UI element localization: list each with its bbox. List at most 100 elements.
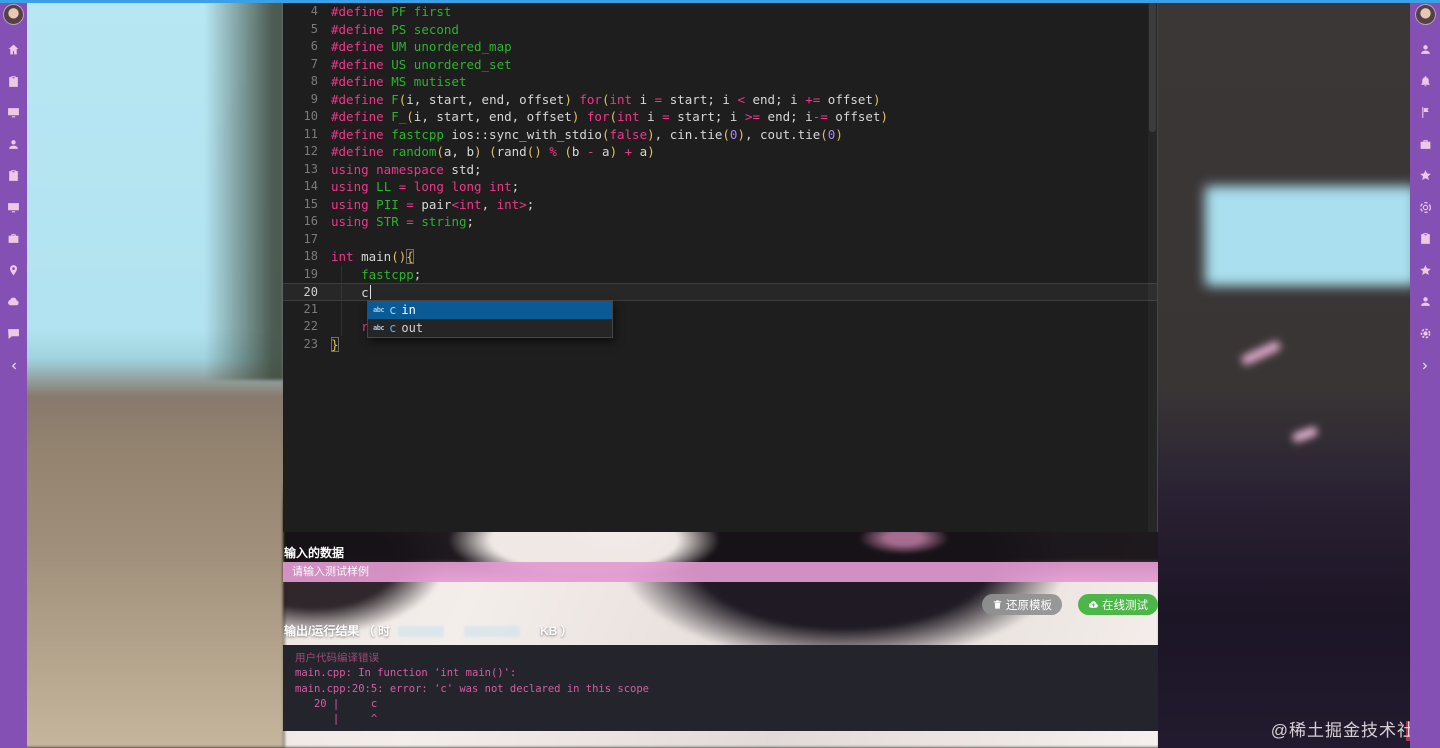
online-test-label: 在线测试 — [1102, 597, 1148, 613]
token: i — [640, 109, 663, 124]
lifebuoy-icon[interactable] — [1410, 192, 1440, 224]
line-number: 7 — [283, 56, 318, 74]
token: i, start, end, offset — [406, 92, 564, 107]
cloud-briefcase-icon[interactable] — [0, 223, 27, 255]
token: ; — [414, 267, 422, 282]
line-number: 8 — [283, 73, 318, 91]
token: ; — [467, 214, 475, 229]
token — [406, 179, 414, 194]
token: end; i — [760, 109, 813, 124]
code-text: using namespace std; — [331, 161, 482, 179]
token: #define — [331, 22, 384, 37]
star-icon[interactable] — [1410, 160, 1440, 192]
token: fastcpp — [384, 127, 444, 142]
keyword-suggestion-icon: abc — [373, 324, 384, 332]
suggestion-cin[interactable]: abccin — [368, 301, 612, 319]
user-icon[interactable] — [1410, 34, 1440, 66]
watermark: @稀土掘金技术社区 — [1271, 716, 1433, 741]
restore-template-button[interactable]: 还原模板 — [982, 594, 1062, 615]
line-number: 22 — [283, 318, 318, 336]
star-icon[interactable] — [1410, 255, 1440, 287]
code-line: 14using LL = long long int; — [283, 178, 1157, 196]
user-avatar[interactable] — [1415, 4, 1436, 25]
token: F — [384, 92, 399, 107]
flag-icon[interactable] — [1410, 97, 1440, 129]
location-pin-icon[interactable] — [0, 255, 27, 287]
suggestion-label: out — [401, 321, 423, 335]
line-number: 23 — [283, 336, 318, 354]
token: LL — [369, 179, 392, 194]
code-line: 5#define PS second — [283, 21, 1157, 39]
editor-scrollbar-thumb[interactable] — [1149, 2, 1156, 132]
clipboard-check-icon[interactable] — [0, 160, 27, 192]
code-text: using STR = string; — [331, 213, 474, 231]
chevron-left-icon[interactable] — [0, 350, 27, 382]
clipboard-icon[interactable] — [1410, 223, 1440, 255]
left-sidebar — [0, 0, 27, 748]
code-line: 9#define F(i, start, end, offset) for(in… — [283, 91, 1157, 109]
user-avatar[interactable] — [3, 4, 24, 25]
left-sidebar-icons — [0, 34, 27, 382]
right-sidebar — [1410, 0, 1440, 748]
cloud-briefcase-icon[interactable] — [1410, 129, 1440, 161]
bg-video-right — [1158, 0, 1440, 748]
indent-guide — [341, 266, 342, 284]
token: ) — [564, 92, 572, 107]
online-test-button[interactable]: 在线测试 — [1078, 594, 1158, 615]
token: ; — [512, 179, 520, 194]
token: int — [331, 249, 354, 264]
token: #define — [331, 57, 384, 72]
code-line: 13using namespace std; — [283, 161, 1157, 179]
token: ( — [602, 92, 610, 107]
token: , — [482, 197, 497, 212]
token: #define — [331, 74, 384, 89]
token: ) — [647, 127, 655, 142]
line-number: 10 — [283, 108, 318, 126]
token: #define — [331, 39, 384, 54]
suggestion-cout[interactable]: abccout — [368, 319, 612, 337]
output-header-left: 输出/运行结果 （ 时 — [284, 622, 390, 639]
token: i, start, end, offset — [414, 109, 572, 124]
gear-icon[interactable] — [1410, 318, 1440, 350]
line-number: 20 — [283, 284, 318, 300]
code-line: 23} — [283, 336, 1157, 354]
token: b — [572, 144, 587, 159]
token: PII — [369, 197, 399, 212]
code-editor[interactable]: 4#define PF first5#define PS second6#def… — [283, 0, 1158, 532]
token: a — [632, 144, 647, 159]
token: offset — [828, 109, 881, 124]
clipboard-icon[interactable] — [0, 66, 27, 98]
home-icon[interactable] — [0, 34, 27, 66]
line-number: 15 — [283, 196, 318, 214]
message-icon[interactable] — [0, 318, 27, 350]
code-text: #define F_(i, start, end, offset) for(in… — [331, 108, 888, 126]
suggestion-match: c — [389, 321, 396, 335]
user-icon[interactable] — [0, 129, 27, 161]
line-number: 17 — [283, 231, 318, 249]
chevron-right-icon[interactable] — [1410, 350, 1440, 382]
monitor-icon[interactable] — [0, 97, 27, 129]
user-icon[interactable] — [1410, 286, 1440, 318]
token: c — [331, 285, 369, 300]
editor-scrollbar[interactable] — [1148, 0, 1157, 532]
token: ios::sync_with_stdio — [444, 127, 602, 142]
line-number: 5 — [283, 21, 318, 39]
token: int — [617, 109, 640, 124]
token: ( — [564, 144, 572, 159]
token: a — [595, 144, 610, 159]
test-case-input[interactable] — [283, 562, 1158, 582]
token: US unordered_set — [384, 57, 512, 72]
token: = — [406, 197, 414, 212]
cloud-icon[interactable] — [0, 286, 27, 318]
token: pair — [414, 197, 452, 212]
token: ( — [406, 109, 414, 124]
code-text: #define fastcpp ios::sync_with_stdio(fal… — [331, 126, 843, 144]
token: #define — [331, 144, 384, 159]
token: for — [579, 109, 609, 124]
token: a, b — [444, 144, 474, 159]
keyword-suggestion-icon: abc — [373, 306, 384, 314]
token: std; — [444, 162, 482, 177]
bell-icon[interactable] — [1410, 66, 1440, 98]
code-text: } — [331, 336, 339, 354]
monitor-icon[interactable] — [0, 192, 27, 224]
